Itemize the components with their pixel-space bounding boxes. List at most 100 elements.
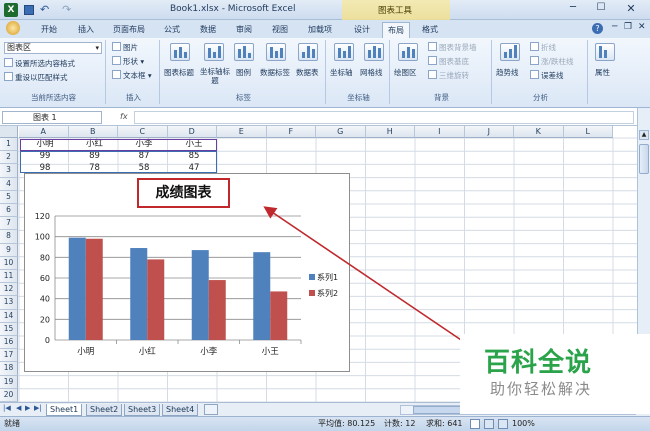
row-header-6[interactable]: 6 (0, 204, 18, 218)
row-header-4[interactable]: 4 (0, 177, 18, 191)
tab-review[interactable]: 审阅 (232, 22, 256, 38)
tab-insert[interactable]: 插入 (72, 22, 100, 38)
sheet-tab-sheet1[interactable]: Sheet1 (46, 404, 83, 416)
rotation-button[interactable]: 三维旋转 (428, 70, 469, 81)
chart-title-button[interactable]: 图表标题 (164, 67, 194, 78)
redo-icon[interactable]: ↷ (62, 3, 71, 16)
gridlines-icon[interactable] (364, 43, 384, 61)
scroll-thumb[interactable] (639, 144, 649, 174)
undo-icon[interactable]: ↶ (40, 3, 49, 16)
excel-logo-icon[interactable]: X (4, 3, 18, 17)
office-button[interactable] (6, 21, 20, 35)
fx-icon[interactable]: fx (120, 112, 128, 121)
trendline-icon[interactable] (500, 43, 520, 61)
column-header-b[interactable]: B (68, 126, 118, 138)
first-sheet-icon[interactable]: |◀ (3, 404, 11, 412)
save-icon[interactable] (24, 5, 34, 15)
data-labels-icon[interactable] (266, 43, 286, 61)
lines-button[interactable]: 折线 (530, 42, 556, 53)
row-header-9[interactable]: 9 (0, 243, 18, 257)
picture-button[interactable]: 图片 (112, 42, 138, 53)
tab-addins[interactable]: 加载项 (302, 22, 338, 38)
chart-element-dropdown[interactable]: 图表区 ▾ (4, 42, 102, 54)
column-header-e[interactable]: E (217, 126, 267, 138)
row-header-5[interactable]: 5 (0, 190, 18, 204)
row-header-11[interactable]: 11 (0, 270, 18, 284)
row-header-7[interactable]: 7 (0, 217, 18, 231)
tab-page-layout[interactable]: 页面布局 (108, 22, 150, 38)
ribbon-minimize-icon[interactable]: ─ (612, 22, 617, 32)
shapes-button[interactable]: 形状 ▾ (112, 56, 144, 67)
select-all-corner[interactable] (0, 126, 18, 138)
chart-area[interactable]: 成绩图表 0 20 40 60 80 100 120 小明 小红 小李 小王 系列1 系列2 (24, 173, 350, 372)
normal-view-icon[interactable] (470, 419, 480, 429)
column-header-h[interactable]: H (365, 126, 415, 138)
tab-design[interactable]: 设计 (350, 22, 374, 38)
legend-button[interactable]: 图例 (236, 67, 251, 78)
row-header-16[interactable]: 16 (0, 336, 18, 350)
column-header-f[interactable]: F (266, 126, 316, 138)
column-header-k[interactable]: K (514, 126, 564, 138)
column-header-g[interactable]: G (316, 126, 366, 138)
updown-bars-button[interactable]: 涨/跌柱线 (530, 56, 574, 67)
row-header-14[interactable]: 14 (0, 309, 18, 323)
axis-title-button[interactable]: 坐标轴标题 (200, 67, 230, 85)
textbox-button[interactable]: 文本框 ▾ (112, 70, 152, 81)
column-header-a[interactable]: A (19, 126, 69, 138)
h-scroll-thumb[interactable] (413, 406, 463, 414)
data-table-button[interactable]: 数据表 (296, 67, 319, 78)
gridlines-button[interactable]: 网格线 (360, 67, 383, 78)
chart-floor-button[interactable]: 图表基底 (428, 56, 469, 67)
chart-wall-button[interactable]: 图表背景墙 (428, 42, 477, 53)
column-header-c[interactable]: C (118, 126, 168, 138)
minimize-button[interactable]: ─ (562, 2, 584, 16)
axes-button[interactable]: 坐标轴 (330, 67, 353, 78)
ribbon-restore-icon[interactable]: ❐ (624, 22, 632, 32)
legend-icon[interactable] (234, 43, 254, 61)
row-header-20[interactable]: 20 (0, 388, 18, 402)
tab-view[interactable]: 视图 (268, 22, 292, 38)
insert-sheet-icon[interactable] (204, 404, 218, 415)
chart-title-icon[interactable] (170, 43, 190, 61)
row-header-8[interactable]: 8 (0, 230, 18, 244)
tab-layout[interactable]: 布局 (382, 22, 410, 38)
column-header-j[interactable]: J (464, 126, 514, 138)
column-header-l[interactable]: L (563, 126, 613, 138)
column-header-d[interactable]: D (167, 126, 217, 138)
axis-title-icon[interactable] (204, 43, 224, 61)
format-selection-button[interactable]: 设置所选内容格式 (4, 58, 75, 69)
row-header-3[interactable]: 3 (0, 164, 18, 178)
trendline-button[interactable]: 趋势线 (496, 67, 519, 78)
help-icon[interactable]: ? (592, 23, 603, 34)
row-header-10[interactable]: 10 (0, 256, 18, 270)
data-table-icon[interactable] (298, 43, 318, 61)
close-button[interactable]: ✕ (618, 2, 644, 16)
row-header-18[interactable]: 18 (0, 362, 18, 376)
row-header-17[interactable]: 17 (0, 349, 18, 363)
data-labels-button[interactable]: 数据标签 (260, 67, 290, 78)
sheet-tab-sheet4[interactable]: Sheet4 (162, 404, 199, 416)
row-header-2[interactable]: 2 (0, 151, 18, 165)
zoom-level[interactable]: 100% (512, 417, 535, 431)
row-header-1[interactable]: 1 (0, 138, 18, 152)
sheet-tab-sheet2[interactable]: Sheet2 (86, 404, 123, 416)
name-box[interactable]: 图表 1 (2, 111, 102, 124)
chart-plot[interactable]: 0 20 40 60 80 100 120 小明 小红 小李 小王 系列1 系列2 (25, 174, 351, 373)
properties-icon[interactable] (595, 43, 615, 61)
row-header-12[interactable]: 12 (0, 283, 18, 297)
error-bars-button[interactable]: 误差线 (530, 70, 564, 81)
column-header-i[interactable]: I (415, 126, 465, 138)
properties-button[interactable]: 属性 (595, 67, 610, 78)
sheet-tab-sheet3[interactable]: Sheet3 (124, 404, 161, 416)
next-sheet-icon[interactable]: ▶ (25, 404, 30, 412)
row-header-19[interactable]: 19 (0, 375, 18, 389)
page-break-view-icon[interactable] (498, 419, 508, 429)
row-header-13[interactable]: 13 (0, 296, 18, 310)
axes-icon[interactable] (334, 43, 354, 61)
tab-format[interactable]: 格式 (418, 22, 442, 38)
last-sheet-icon[interactable]: ▶| (34, 404, 42, 412)
reset-style-button[interactable]: 重设以匹配样式 (4, 72, 68, 83)
prev-sheet-icon[interactable]: ◀ (16, 404, 21, 412)
page-layout-view-icon[interactable] (484, 419, 494, 429)
formula-input[interactable] (134, 111, 634, 124)
